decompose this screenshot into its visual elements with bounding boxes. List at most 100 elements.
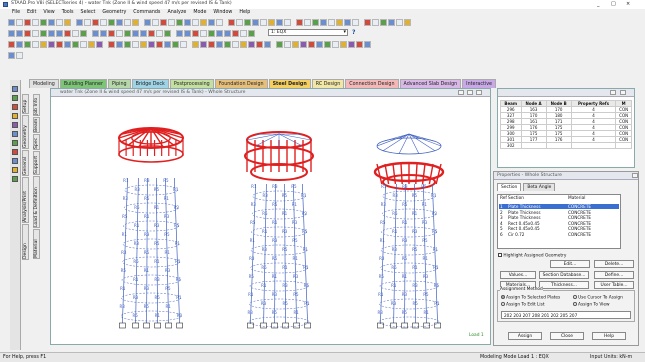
toolbar-button-icon[interactable] (24, 19, 31, 26)
toolbar-button-icon[interactable] (248, 30, 255, 37)
toolbar-button-icon[interactable] (56, 30, 63, 37)
tank-models-canvas[interactable]: R1 R3 R5 R3 R5 R1 R3 R5 R1 R5 R1 R3 R5 R1 R3 R1 R3 R5 R1 R3… (51, 98, 490, 345)
beam-window-minimize-button[interactable] (610, 90, 616, 95)
toolbar-button-icon[interactable] (224, 41, 231, 48)
toolbar-button-icon[interactable] (252, 19, 259, 26)
toolbar-button-icon[interactable] (172, 41, 179, 48)
toolbar-button-icon[interactable] (48, 30, 55, 37)
toolbar-button-icon[interactable] (192, 41, 199, 48)
toolbar-button-icon[interactable] (192, 19, 199, 26)
toolbar-button-icon[interactable] (140, 30, 147, 37)
side-tab-material[interactable]: Material (33, 229, 40, 259)
toolbar-button-icon[interactable] (244, 19, 251, 26)
structure-tool-icon[interactable] (12, 113, 18, 119)
toolbar-button-icon[interactable] (76, 19, 83, 26)
toolbar-button-icon[interactable] (184, 30, 191, 37)
toolbar-button-icon[interactable] (48, 41, 55, 48)
tab-piping[interactable]: Piping (107, 79, 131, 88)
toolbar-button-icon[interactable] (256, 41, 263, 48)
structure-tool-icon[interactable] (12, 122, 18, 128)
toolbar-button-icon[interactable] (32, 41, 39, 48)
toolbar-button-icon[interactable] (356, 41, 363, 48)
toolbar-button-icon[interactable] (100, 19, 107, 26)
side-tab-beam[interactable]: Beam (33, 117, 40, 133)
toolbar-button-icon[interactable] (140, 41, 147, 48)
assign-selected-plates-radio[interactable]: Assign To Selected Plates (501, 295, 560, 301)
close-button[interactable]: × (626, 1, 630, 7)
toolbar-button-icon[interactable] (40, 30, 47, 37)
toolbar-button-icon[interactable] (396, 19, 403, 26)
toolbar-button-icon[interactable] (264, 41, 271, 48)
toolbar-button-icon[interactable] (192, 30, 199, 37)
toolbar-button-icon[interactable] (312, 19, 319, 26)
beam-table-cell[interactable] (520, 142, 547, 149)
toolbar-button-icon[interactable] (228, 19, 235, 26)
menu-item-select[interactable]: Select (81, 10, 96, 15)
toolbar-button-icon[interactable] (200, 30, 207, 37)
toolbar-button-icon[interactable] (380, 19, 387, 26)
toolbar-button-icon[interactable] (80, 41, 87, 48)
toolbar-button-icon[interactable] (176, 19, 183, 26)
tab-steel-design[interactable]: Steel Design (268, 79, 311, 88)
toolbar-button-icon[interactable] (156, 41, 163, 48)
help-button[interactable]: Help (592, 332, 626, 340)
toolbar-button-icon[interactable] (80, 30, 87, 37)
toolbar-button-icon[interactable] (352, 19, 359, 26)
section-table-header[interactable]: Material (568, 196, 585, 201)
toolbar-button-icon[interactable] (364, 41, 371, 48)
tab-interactive[interactable]: Interactive (462, 79, 497, 88)
toolbar-button-icon[interactable] (32, 30, 39, 37)
toolbar-button-icon[interactable] (216, 41, 223, 48)
tab-modeling[interactable]: Modeling (29, 79, 59, 88)
toolbar-button-icon[interactable] (144, 19, 151, 26)
load-case-select[interactable]: 1: EQX (268, 29, 348, 36)
tab-postprocessing[interactable]: Postprocessing (169, 79, 214, 88)
assign-edit-list-radio[interactable]: Assign To Edit List (501, 302, 545, 308)
toolbar-button-icon[interactable] (156, 30, 163, 37)
thickness-button[interactable]: Thickness... (539, 281, 589, 289)
toolbar-button-icon[interactable] (148, 41, 155, 48)
tab-advanced-slab-design[interactable]: Advanced Slab Design (399, 79, 462, 88)
toolbar-button-icon[interactable] (8, 52, 15, 59)
toolbar-button-icon[interactable] (24, 30, 31, 37)
toolbar-button-icon[interactable] (124, 30, 131, 37)
edit-button[interactable]: Edit... (550, 260, 590, 268)
table-row[interactable]: 302 (500, 142, 632, 149)
subtab-section[interactable]: Section (497, 183, 522, 191)
maximize-button[interactable]: □ (611, 1, 616, 7)
beam-table-cell[interactable]: 302 (500, 142, 522, 149)
toolbar-button-icon[interactable] (240, 30, 247, 37)
side-tab-job-info[interactable]: Job Info (33, 94, 40, 116)
toolbar-button-icon[interactable] (304, 19, 311, 26)
structure-viewport[interactable]: water Tnk (Zone II & wind speed 47 m/s p… (50, 88, 491, 345)
viewport-close-button[interactable] (476, 90, 482, 95)
toolbar-button-icon[interactable] (216, 19, 223, 26)
side-tab-design[interactable]: Design (22, 224, 29, 260)
minimize-button[interactable]: _ (597, 1, 600, 7)
menu-item-tools[interactable]: Tools (62, 10, 74, 15)
close-properties-button[interactable]: Close (550, 332, 584, 340)
highlight-checkbox[interactable] (498, 253, 502, 257)
toolbar-button-icon[interactable] (88, 41, 95, 48)
toolbar-button-icon[interactable] (16, 19, 23, 26)
section-table[interactable]: Ref Section Material 1 Plate Thickness CONCRE… (497, 194, 621, 249)
tab-connection-design[interactable]: Connection Design (345, 79, 399, 88)
toolbar-button-icon[interactable] (276, 41, 283, 48)
list-item[interactable]: 1 Plate Thickness CONCRETE (499, 204, 619, 209)
toolbar-button-icon[interactable] (56, 41, 63, 48)
use-cursor-radio[interactable]: Use Cursor To Assign (573, 295, 623, 301)
menu-item-file[interactable]: File (12, 10, 20, 15)
menu-item-commands[interactable]: Commands (133, 10, 160, 15)
structure-tool-icon[interactable] (12, 140, 18, 146)
toolbar-button-icon[interactable] (332, 41, 339, 48)
toolbar-button-icon[interactable] (132, 19, 139, 26)
toolbar-button-icon[interactable] (268, 19, 275, 26)
toolbar-button-icon[interactable] (276, 19, 283, 26)
toolbar-button-icon[interactable] (116, 30, 123, 37)
toolbar-button-icon[interactable] (8, 41, 15, 48)
toolbar-button-icon[interactable] (232, 30, 239, 37)
toolbar-button-icon[interactable] (236, 19, 243, 26)
beam-table-cell[interactable] (570, 142, 617, 149)
toolbar-button-icon[interactable] (344, 19, 351, 26)
toolbar-button-icon[interactable] (260, 19, 267, 26)
